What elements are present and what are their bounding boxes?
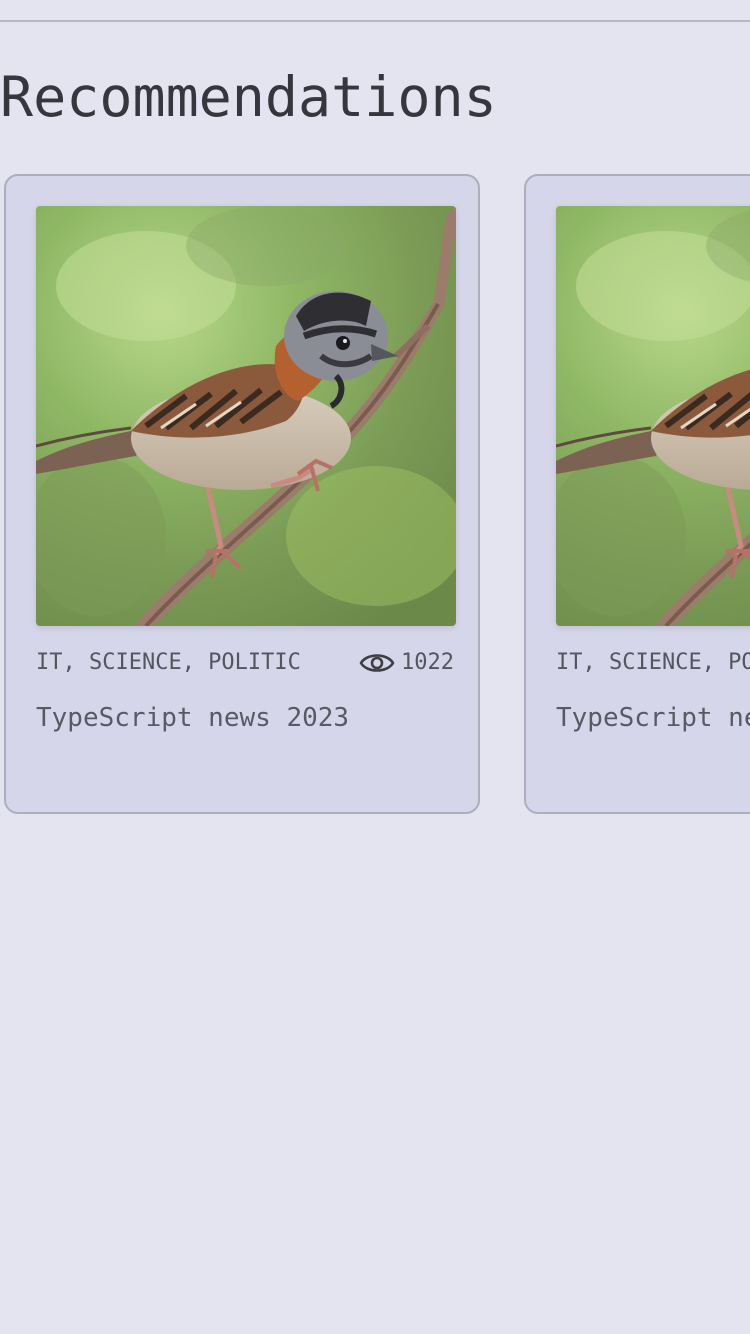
card-meta: IT, SCIENCE, POLITIC 1022	[556, 646, 750, 680]
recommendation-card[interactable]: IT, SCIENCE, POLITIC 1022 TypeScript new…	[524, 174, 750, 814]
eye-icon	[359, 654, 395, 672]
card-tags: IT, SCIENCE, POLITIC	[556, 650, 750, 675]
card-image[interactable]	[556, 206, 750, 626]
views-count: 1022	[401, 650, 454, 675]
card-views: 1022	[359, 648, 454, 678]
card-tags: IT, SCIENCE, POLITIC	[36, 650, 301, 675]
section-title: Recommendations	[0, 65, 497, 129]
card-title[interactable]: TypeScript news 2023	[36, 702, 349, 734]
card-meta: IT, SCIENCE, POLITIC 1022	[36, 646, 454, 680]
card-title[interactable]: TypeScript news 2023	[556, 702, 750, 734]
top-divider	[0, 20, 750, 22]
recommendation-card[interactable]: IT, SCIENCE, POLITIC 1022 TypeScript new…	[4, 174, 480, 814]
recommendations-screen: Recommendations IT, SCIENCE, POLITIC 102…	[0, 0, 750, 1334]
sparrow-photo	[556, 206, 750, 626]
card-image[interactable]	[36, 206, 456, 626]
recommendations-carousel[interactable]: IT, SCIENCE, POLITIC 1022 TypeScript new…	[0, 174, 750, 824]
sparrow-photo	[36, 206, 456, 626]
